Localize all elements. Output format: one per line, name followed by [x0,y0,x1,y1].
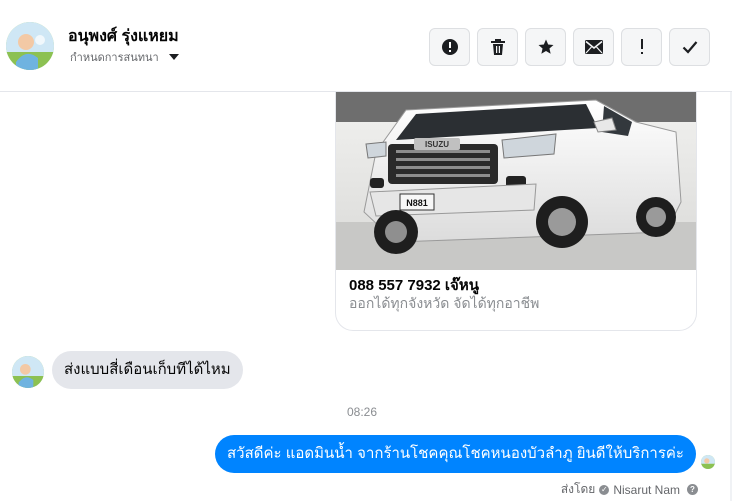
conversation-settings-label: กำหนดการสนทนา [70,52,159,64]
conversation-header: อนุพงศ์ รุ่งแหยม กำหนดการสนทนา [0,0,732,92]
mark-done-button[interactable] [669,28,710,66]
message-timestamp: 08:26 [347,405,378,419]
shared-link-card[interactable]: ISUZU N881 088 557 7932 เจ๊หนู ออกได้ทุก… [335,92,697,331]
sent-by-row: ส่งโดย ✓ Nisarut Nam ? [561,480,698,499]
caret-down-icon [168,54,179,60]
card-image-plate: N881 [406,198,428,208]
sender-avatar[interactable] [12,356,44,388]
checkmark-icon [682,40,698,54]
exclamation-icon [639,39,645,55]
follow-up-button[interactable] [621,28,662,66]
card-image[interactable]: ISUZU N881 [336,92,696,270]
contact-name[interactable]: อนุพงศ์ รุ่งแหยม [68,24,179,49]
contact-avatar[interactable] [6,22,54,70]
envelope-icon [584,40,603,54]
sent-by-label: ส่งโดย [560,482,596,496]
seen-indicator-avatar [701,455,715,469]
star-icon [537,38,555,56]
conversation-toolbar [429,28,710,66]
card-subtitle: ออกได้ทุกจังหวัด จัดได้ทุกอาชีพ [349,295,540,311]
sent-by-name[interactable]: Nisarut Nam [613,483,680,497]
incoming-message-bubble[interactable]: ส่งแบบสี่เดือนเก็บทีได้ไหม [52,351,243,389]
mark-spam-button[interactable] [429,28,470,66]
help-icon[interactable]: ? [687,484,698,495]
exclamation-circle-icon [441,38,459,56]
star-button[interactable] [525,28,566,66]
card-image-badge: ISUZU [425,140,449,149]
delete-button[interactable] [477,28,518,66]
admin-icon: ✓ [599,484,610,495]
mark-unread-button[interactable] [573,28,614,66]
conversation-settings-dropdown[interactable]: กำหนดการสนทนา [70,48,179,66]
outgoing-message-bubble[interactable]: สวัสดีค่ะ แอดมินน้ำ จากร้านโชคคุณโชคหนอง… [215,435,696,473]
trash-icon [490,38,506,56]
